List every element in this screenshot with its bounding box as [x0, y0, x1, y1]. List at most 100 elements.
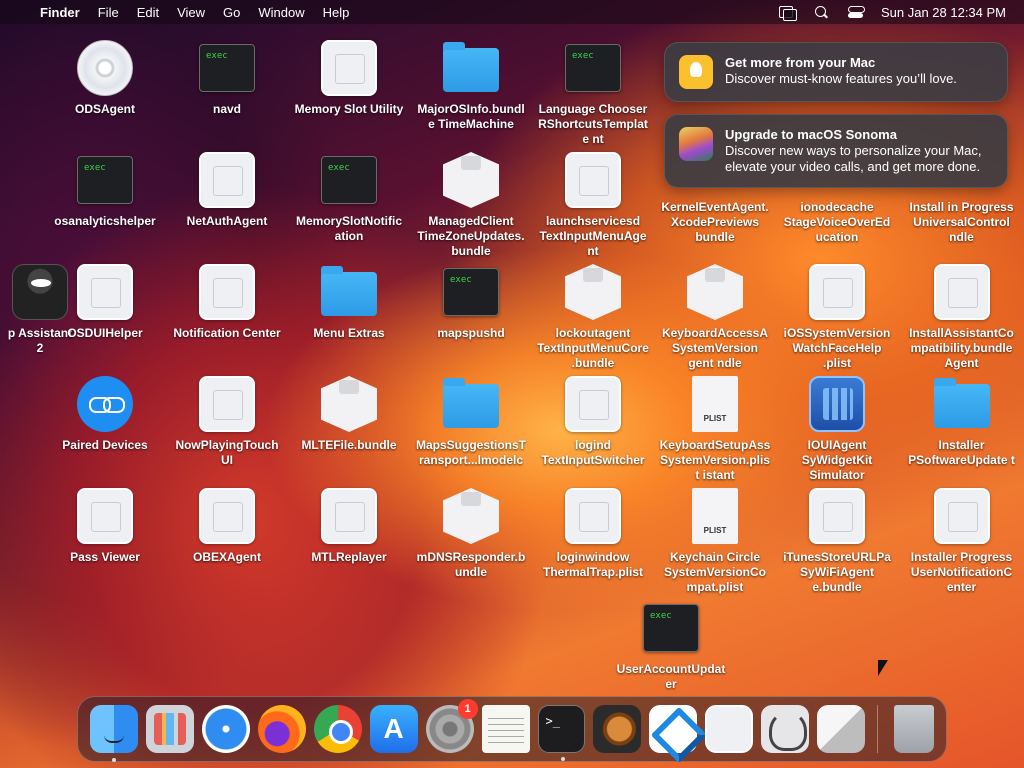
menu-window[interactable]: Window	[249, 5, 313, 20]
desktop-icon-loginwindow[interactable]: loginwindow ThermalTrap.plist	[533, 488, 653, 580]
spotlight-search-icon[interactable]	[811, 4, 833, 20]
desktop-icon-iouiagent[interactable]: IOUIAgent SyWidgetKit Simulator	[777, 376, 897, 483]
dock-app-store-icon[interactable]	[369, 705, 418, 753]
desktop-icon-install-in-progress[interactable]: Install in Progress UniversalControl ndl…	[899, 200, 1024, 245]
desktop-icon-installer[interactable]: Installer PSoftwareUpdate t	[899, 376, 1024, 468]
desktop-icon-menu-extras[interactable]: Menu Extras	[289, 264, 409, 341]
desktop-icon-label: KeyboardAccessA SystemVersion gent ndle	[661, 326, 769, 370]
desktop-icon-label: Pass Viewer	[70, 550, 140, 564]
executable-icon: exec	[199, 44, 255, 92]
executable-icon: exec	[77, 156, 133, 204]
status-area: Sun Jan 28 12:34 PM	[765, 4, 1024, 21]
dock-firefox-icon[interactable]	[257, 705, 306, 753]
desktop-icon-lockoutagent[interactable]: lockoutagent TextInputMenuCore.bundle	[533, 264, 653, 371]
desktop-icon-useraccountupdater[interactable]: exec UserAccountUpdater	[611, 600, 731, 692]
desktop-icon-ionodecache[interactable]: ionodecache StageVoiceOverEducation	[777, 200, 897, 245]
menu-edit[interactable]: Edit	[128, 5, 168, 20]
dock-trash-icon[interactable]	[894, 705, 935, 753]
generic-app-icon	[199, 376, 255, 432]
generic-app-icon	[321, 40, 377, 96]
desktop-icon-notification-center[interactable]: Notification Center	[167, 264, 287, 341]
dock-launchpad-icon[interactable]	[145, 705, 194, 753]
dock-boot-camp-icon[interactable]	[817, 705, 866, 753]
notification-text: Get more from your Mac Discover must-kno…	[725, 55, 957, 89]
desktop-icon-label: Notification Center	[173, 326, 281, 340]
menu-finder[interactable]: Finder	[40, 5, 89, 20]
executable-icon: exec	[321, 156, 377, 204]
dock-generic-app-icon[interactable]	[705, 705, 754, 753]
menu-go[interactable]: Go	[214, 5, 249, 20]
desktop-icon-label: IOUIAgent SyWidgetKit Simulator	[801, 438, 873, 482]
desktop-icon-label: KeyboardSetupAss SystemVersion.plist ist…	[659, 438, 771, 482]
notification-body: Discover new ways to personalize your Ma…	[725, 143, 982, 174]
menu-view[interactable]: View	[168, 5, 214, 20]
dock-safari-icon[interactable]	[201, 705, 250, 753]
generic-app-icon	[199, 264, 255, 320]
bundle-icon	[443, 152, 499, 208]
desktop-icon-nowplayingtouchui[interactable]: NowPlayingTouch UI	[167, 376, 287, 468]
dock-terminal-icon[interactable]	[537, 705, 586, 761]
dock-system-settings-icon[interactable]: 1	[425, 699, 478, 753]
desktop-icon-label: osanalyticshelper	[54, 214, 156, 228]
bundle-icon	[321, 376, 377, 432]
executable-icon: exec	[643, 604, 699, 652]
desktop-icon-iossystemversion[interactable]: iOSSystemVersion WatchFaceHelp .plist	[777, 264, 897, 371]
desktop-icon-label: Install in Progress UniversalControl ndl…	[909, 200, 1014, 244]
menu-clock[interactable]: Sun Jan 28 12:34 PM	[881, 5, 1006, 20]
desktop-icon-label: ODSAgent	[75, 102, 135, 116]
notification-title: Upgrade to macOS Sonoma	[725, 127, 897, 142]
generic-app-icon	[199, 152, 255, 208]
control-center-icon[interactable]	[845, 4, 867, 20]
disc-icon	[77, 40, 133, 96]
desktop-icon-pass-viewer[interactable]: Pass Viewer	[45, 488, 165, 565]
dock-chrome-icon[interactable]	[313, 705, 362, 753]
dock-vscode-icon[interactable]	[649, 705, 698, 753]
desktop-icon-mltefile[interactable]: MLTEFile.bundle	[289, 376, 409, 453]
macos-sonoma-icon	[679, 127, 713, 161]
generic-app-icon	[565, 376, 621, 432]
executable-icon: exec	[565, 44, 621, 92]
desktop-icon-memory-slot-utility[interactable]: Memory Slot Utility	[289, 40, 409, 117]
plist-file-icon: PLIST	[692, 376, 738, 432]
notification-sonoma[interactable]: Upgrade to macOS Sonoma Discover new way…	[664, 114, 1008, 188]
desktop-icon-keychain-circle[interactable]: PLIST Keychain Circle SystemVersionCompa…	[655, 488, 775, 595]
desktop-icon-osanalyticshelper[interactable]: exec osanalyticshelper	[45, 152, 165, 229]
desktop-icon-mapspushd[interactable]: exec mapspushd	[411, 264, 531, 341]
desktop-icon-mapssuggestions[interactable]: MapsSuggestionsTransport...lmodelc	[411, 376, 531, 468]
desktop-icon-label: Keychain Circle SystemVersionCompat.plis…	[663, 550, 767, 594]
menu-file[interactable]: File	[89, 5, 128, 20]
generic-app-icon	[933, 488, 990, 544]
desktop-icon-paired-devices[interactable]: Paired Devices	[45, 376, 165, 453]
desktop-icon-installassistant[interactable]: InstallAssistantCo mpatibility.bundle Ag…	[899, 264, 1024, 371]
stage-manager-icon[interactable]	[777, 4, 799, 21]
desktop-icon-mtlreplayer[interactable]: MTLReplayer	[289, 488, 409, 565]
menu-help[interactable]: Help	[314, 5, 359, 20]
desktop-icon-osduihelper[interactable]: OSDUIHelper	[45, 264, 165, 341]
desktop-icon-majorosinfo[interactable]: MajorOSInfo.bundle TimeMachine	[411, 40, 531, 132]
desktop-icon-navd[interactable]: exec navd	[167, 40, 287, 117]
desktop-icon-keyboardaccessagent[interactable]: KeyboardAccessA SystemVersion gent ndle	[655, 264, 775, 371]
desktop-icon-logind[interactable]: logind TextInputSwitcher	[533, 376, 653, 468]
notification-tips[interactable]: Get more from your Mac Discover must-kno…	[664, 42, 1008, 102]
folder-icon	[321, 266, 377, 316]
desktop-icon-obexagent[interactable]: OBEXAgent	[167, 488, 287, 565]
desktop-icon-label: iOSSystemVersion WatchFaceHelp .plist	[783, 326, 891, 370]
desktop-icon-odsagent[interactable]: ODSAgent	[45, 40, 165, 117]
desktop-icon-launchservicesd[interactable]: launchservicesd TextInputMenuAge nt	[533, 152, 653, 259]
desktop-icon-netauthagent[interactable]: NetAuthAgent	[167, 152, 287, 229]
desktop-icon-memoryslotnotification[interactable]: exec MemorySlotNotification	[289, 152, 409, 244]
dock-disk-utility-icon[interactable]	[761, 705, 810, 753]
desktop-icon-label: Installer Progress UserNotificationC ent…	[910, 550, 1013, 594]
desktop-icon-mdnsresponder[interactable]: mDNSResponder.bundle	[411, 488, 531, 580]
desktop-icon-installer-progress[interactable]: Installer Progress UserNotificationC ent…	[899, 488, 1024, 595]
desktop-icon-managedclient[interactable]: ManagedClient TimeZoneUpdates. bundle	[411, 152, 531, 259]
desktop-icon-itunesstoreurl[interactable]: iTunesStoreURLPa SyWiFiAgent e.bundle	[777, 488, 897, 595]
desktop-icon-kerneleventagent[interactable]: KernelEventAgent. XcodePreviews bundle	[655, 200, 775, 245]
dock-textedit-icon[interactable]	[481, 705, 530, 753]
executable-icon: exec	[443, 268, 499, 316]
desktop-icon-label: Paired Devices	[62, 438, 148, 452]
desktop-icon-language-chooser[interactable]: exec Language Chooser RShortcutsTemplate…	[533, 40, 653, 147]
desktop-icon-keyboardsetupassistant[interactable]: PLIST KeyboardSetupAss SystemVersion.pli…	[655, 376, 775, 483]
dock-finder-icon[interactable]	[90, 705, 138, 762]
dock-garageband-icon[interactable]	[593, 705, 642, 753]
